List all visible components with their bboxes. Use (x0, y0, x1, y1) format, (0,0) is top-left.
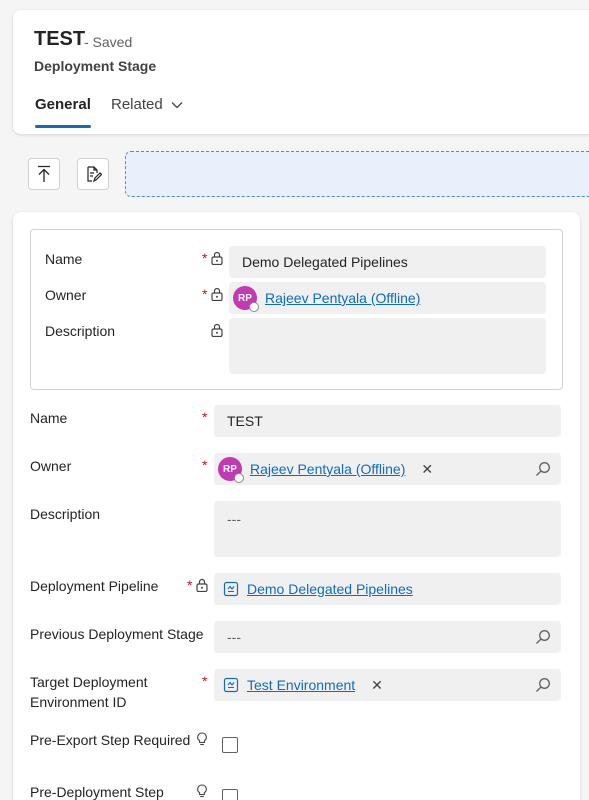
name-label: Name (30, 410, 68, 426)
qv-owner-link[interactable]: Rajeev Pentyala (Offline) (265, 290, 420, 306)
qv-description-label: Description (45, 323, 116, 339)
required-marker: * (202, 250, 208, 266)
presence-offline-icon (249, 302, 259, 312)
tab-related-label: Related (111, 96, 163, 113)
target-environment-lookup[interactable]: Test Environment ✕ (214, 669, 561, 701)
pre-deployment-checkbox[interactable] (222, 789, 238, 800)
previous-stage-label: Previous Deployment Stage (30, 626, 204, 642)
presence-offline-icon (234, 473, 244, 483)
tab-related[interactable]: Related (111, 96, 183, 113)
pipeline-link[interactable]: Demo Delegated Pipelines (247, 581, 413, 597)
lock-icon (211, 323, 223, 337)
qv-name-value: Demo Delegated Pipelines (242, 254, 408, 270)
lock-icon (211, 251, 223, 265)
owner-lookup[interactable]: RP Rajeev Pentyala (Offline) ✕ (214, 453, 561, 485)
qv-name-field: Demo Delegated Pipelines (229, 246, 546, 278)
pre-deployment-label: Pre-Deployment Step (30, 784, 164, 800)
qv-description-field (229, 318, 546, 374)
entity-record-icon (223, 677, 239, 693)
remove-owner-button[interactable]: ✕ (421, 461, 433, 478)
description-label: Description (30, 506, 101, 522)
save-status: - Saved (84, 34, 133, 50)
qv-name-label: Name (45, 251, 83, 267)
required-marker: * (202, 409, 208, 425)
lightbulb-icon[interactable] (196, 732, 208, 746)
entity-name: Deployment Stage (34, 58, 157, 74)
required-marker: * (202, 457, 208, 473)
owner-label: Owner (30, 458, 72, 474)
description-value: --- (227, 511, 241, 527)
chevron-down-icon (171, 101, 183, 108)
name-input[interactable]: TEST (214, 405, 561, 437)
previous-stage-lookup[interactable]: --- (214, 621, 561, 653)
edit-form-button[interactable] (77, 158, 109, 190)
record-title: TEST (34, 28, 86, 50)
document-edit-icon (87, 166, 102, 183)
pre-export-checkbox[interactable] (222, 737, 238, 753)
arrow-up-to-line-icon (38, 165, 50, 182)
lock-icon (196, 578, 208, 592)
qv-owner-field: RP Rajeev Pentyala (Offline) (229, 282, 546, 314)
name-value: TEST (227, 413, 263, 429)
previous-stage-value: --- (227, 629, 241, 645)
qv-owner-label: Owner (45, 287, 87, 303)
pipeline-label: Deployment Pipeline (30, 578, 159, 594)
description-input[interactable]: --- (214, 501, 561, 557)
search-icon[interactable] (535, 461, 551, 477)
target-environment-label: Target Deployment Environment ID (30, 674, 148, 710)
search-icon[interactable] (535, 629, 551, 645)
required-marker: * (202, 286, 208, 302)
target-environment-link[interactable]: Test Environment (247, 677, 355, 693)
pre-export-label: Pre-Export Step Required (30, 732, 191, 748)
tab-general[interactable]: General (35, 96, 91, 113)
required-marker: * (187, 577, 193, 593)
tab-selected-indicator (35, 125, 91, 128)
lock-icon (211, 287, 223, 301)
entity-record-icon (223, 581, 239, 597)
lightbulb-icon[interactable] (196, 784, 208, 798)
search-icon[interactable] (535, 677, 551, 693)
remove-target-environment-button[interactable]: ✕ (371, 677, 383, 694)
form-header: TEST - Saved Deployment Stage General Re… (13, 10, 589, 134)
owner-link[interactable]: Rajeev Pentyala (Offline) (250, 461, 405, 477)
drop-zone[interactable] (125, 151, 589, 197)
required-marker: * (202, 673, 208, 689)
collapse-button[interactable] (28, 158, 60, 190)
avatar: RP (233, 286, 259, 312)
pipeline-lookup: Demo Delegated Pipelines (214, 573, 561, 605)
avatar: RP (218, 457, 244, 483)
